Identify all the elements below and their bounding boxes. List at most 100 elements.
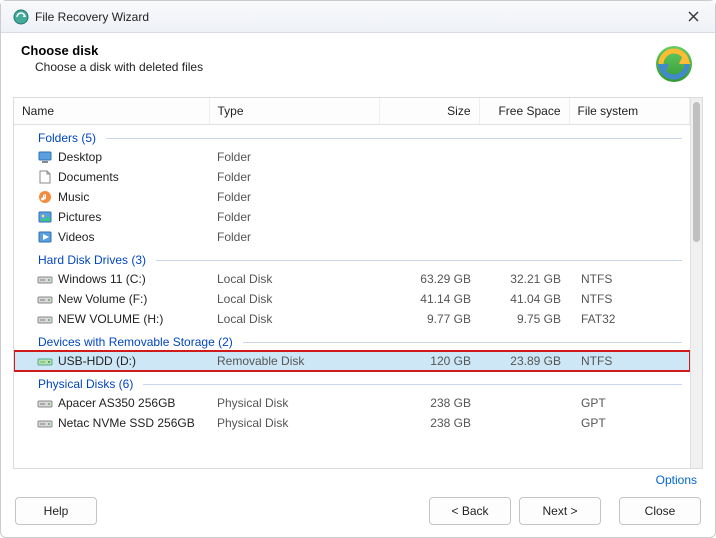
options-link[interactable]: Options xyxy=(656,473,697,487)
scrollbar-thumb[interactable] xyxy=(693,102,700,242)
item-type: Folder xyxy=(209,207,379,227)
item-type: Physical Disk xyxy=(209,393,379,413)
item-name: Pictures xyxy=(58,210,101,224)
help-button[interactable]: Help xyxy=(15,497,97,525)
item-fs: NTFS xyxy=(569,351,690,371)
table-row[interactable]: New Volume (F:)Local Disk41.14 GB41.04 G… xyxy=(14,289,690,309)
item-type: Folder xyxy=(209,227,379,247)
page-subtitle: Choose a disk with deleted files xyxy=(35,60,653,74)
footer: Help < Back Next > Close xyxy=(1,487,715,537)
item-name: Documents xyxy=(58,170,119,184)
item-fs xyxy=(569,227,690,247)
disk-table: Name Type Size Free Space File system Fo… xyxy=(14,98,690,433)
item-name: Videos xyxy=(58,230,94,244)
close-icon[interactable] xyxy=(679,3,707,31)
item-size: 238 GB xyxy=(379,413,479,433)
item-free xyxy=(479,413,569,433)
group-header: Hard Disk Drives (3) xyxy=(14,247,690,269)
item-name: Apacer AS350 256GB xyxy=(58,396,175,410)
item-free: 41.04 GB xyxy=(479,289,569,309)
close-button[interactable]: Close xyxy=(619,497,701,525)
group-label: Devices with Removable Storage (2) xyxy=(38,335,233,349)
item-fs xyxy=(569,187,690,207)
table-row[interactable]: MusicFolder xyxy=(14,187,690,207)
item-fs xyxy=(569,167,690,187)
table-row[interactable]: NEW VOLUME (H:)Local Disk9.77 GB9.75 GBF… xyxy=(14,309,690,329)
group-header: Devices with Removable Storage (2) xyxy=(14,329,690,351)
group-label: Folders (5) xyxy=(38,131,96,145)
pictures-icon xyxy=(37,209,53,225)
item-fs: NTFS xyxy=(569,269,690,289)
window-title: File Recovery Wizard xyxy=(13,9,679,25)
back-button[interactable]: < Back xyxy=(429,497,511,525)
item-type: Local Disk xyxy=(209,289,379,309)
item-size: 63.29 GB xyxy=(379,269,479,289)
item-free xyxy=(479,207,569,227)
item-name: New Volume (F:) xyxy=(58,292,147,306)
item-free xyxy=(479,147,569,167)
item-type: Removable Disk xyxy=(209,351,379,371)
item-type: Folder xyxy=(209,167,379,187)
drive-icon xyxy=(37,311,53,327)
item-free: 32.21 GB xyxy=(479,269,569,289)
table-row[interactable]: USB-HDD (D:) Removable Disk120 GB23.89 GB… xyxy=(14,351,690,371)
item-name: Desktop xyxy=(58,150,102,164)
app-icon xyxy=(13,9,29,25)
item-name: Netac NVMe SSD 256GB xyxy=(58,416,195,430)
item-fs xyxy=(569,207,690,227)
group-header: Folders (5) xyxy=(14,125,690,148)
table-row[interactable]: Windows 11 (C:)Local Disk63.29 GB32.21 G… xyxy=(14,269,690,289)
item-size: 238 GB xyxy=(379,393,479,413)
item-fs: GPT xyxy=(569,393,690,413)
next-button[interactable]: Next > xyxy=(519,497,601,525)
table-row[interactable]: Desktop Folder xyxy=(14,147,690,167)
wizard-header: Choose disk Choose a disk with deleted f… xyxy=(1,33,715,97)
drive-icon xyxy=(37,291,53,307)
table-row[interactable]: Apacer AS350 256GB Physical Disk238 GB GPT xyxy=(14,393,690,413)
col-name[interactable]: Name xyxy=(14,98,209,125)
table-header-row: Name Type Size Free Space File system xyxy=(14,98,690,125)
item-size: 120 GB xyxy=(379,351,479,371)
group-label: Hard Disk Drives (3) xyxy=(38,253,146,267)
disk-list-panel: Name Type Size Free Space File system Fo… xyxy=(13,97,703,469)
col-free[interactable]: Free Space xyxy=(479,98,569,125)
item-name: USB-HDD (D:) xyxy=(58,354,136,368)
item-type: Folder xyxy=(209,147,379,167)
item-size xyxy=(379,227,479,247)
wizard-icon xyxy=(653,43,695,85)
item-free xyxy=(479,227,569,247)
item-size xyxy=(379,167,479,187)
options-link-row: Options xyxy=(1,469,715,487)
item-type: Folder xyxy=(209,187,379,207)
titlebar: File Recovery Wizard xyxy=(1,1,715,33)
col-type[interactable]: Type xyxy=(209,98,379,125)
item-fs xyxy=(569,147,690,167)
item-size xyxy=(379,147,479,167)
item-name: NEW VOLUME (H:) xyxy=(58,312,163,326)
item-fs: NTFS xyxy=(569,289,690,309)
item-size: 9.77 GB xyxy=(379,309,479,329)
col-fs[interactable]: File system xyxy=(569,98,690,125)
item-free: 9.75 GB xyxy=(479,309,569,329)
item-fs: GPT xyxy=(569,413,690,433)
music-icon xyxy=(37,189,53,205)
item-free xyxy=(479,167,569,187)
item-type: Local Disk xyxy=(209,269,379,289)
desktop-icon xyxy=(37,149,53,165)
scrollbar[interactable] xyxy=(690,98,702,468)
item-free xyxy=(479,393,569,413)
table-row[interactable]: Videos Folder xyxy=(14,227,690,247)
documents-icon xyxy=(37,169,53,185)
item-free: 23.89 GB xyxy=(479,351,569,371)
table-row[interactable]: Netac NVMe SSD 256GBPhysical Disk238 GBG… xyxy=(14,413,690,433)
item-free xyxy=(479,187,569,207)
table-row[interactable]: Documents Folder xyxy=(14,167,690,187)
table-row[interactable]: Pictures Folder xyxy=(14,207,690,227)
videos-icon xyxy=(37,229,53,245)
col-size[interactable]: Size xyxy=(379,98,479,125)
item-fs: FAT32 xyxy=(569,309,690,329)
item-size xyxy=(379,187,479,207)
usb-icon xyxy=(37,353,53,369)
page-title: Choose disk xyxy=(21,43,653,58)
item-size xyxy=(379,207,479,227)
